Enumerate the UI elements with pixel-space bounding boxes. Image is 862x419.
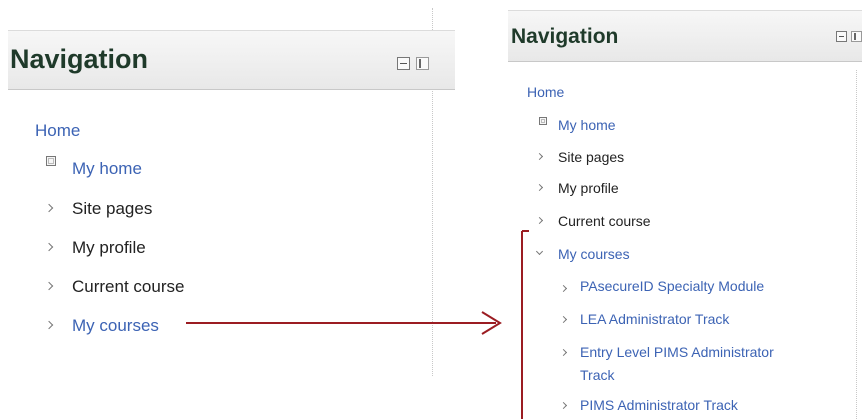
annotation-bracket bbox=[521, 230, 529, 419]
annotation-arrow bbox=[186, 311, 502, 335]
annotation-overlay bbox=[186, 230, 529, 419]
